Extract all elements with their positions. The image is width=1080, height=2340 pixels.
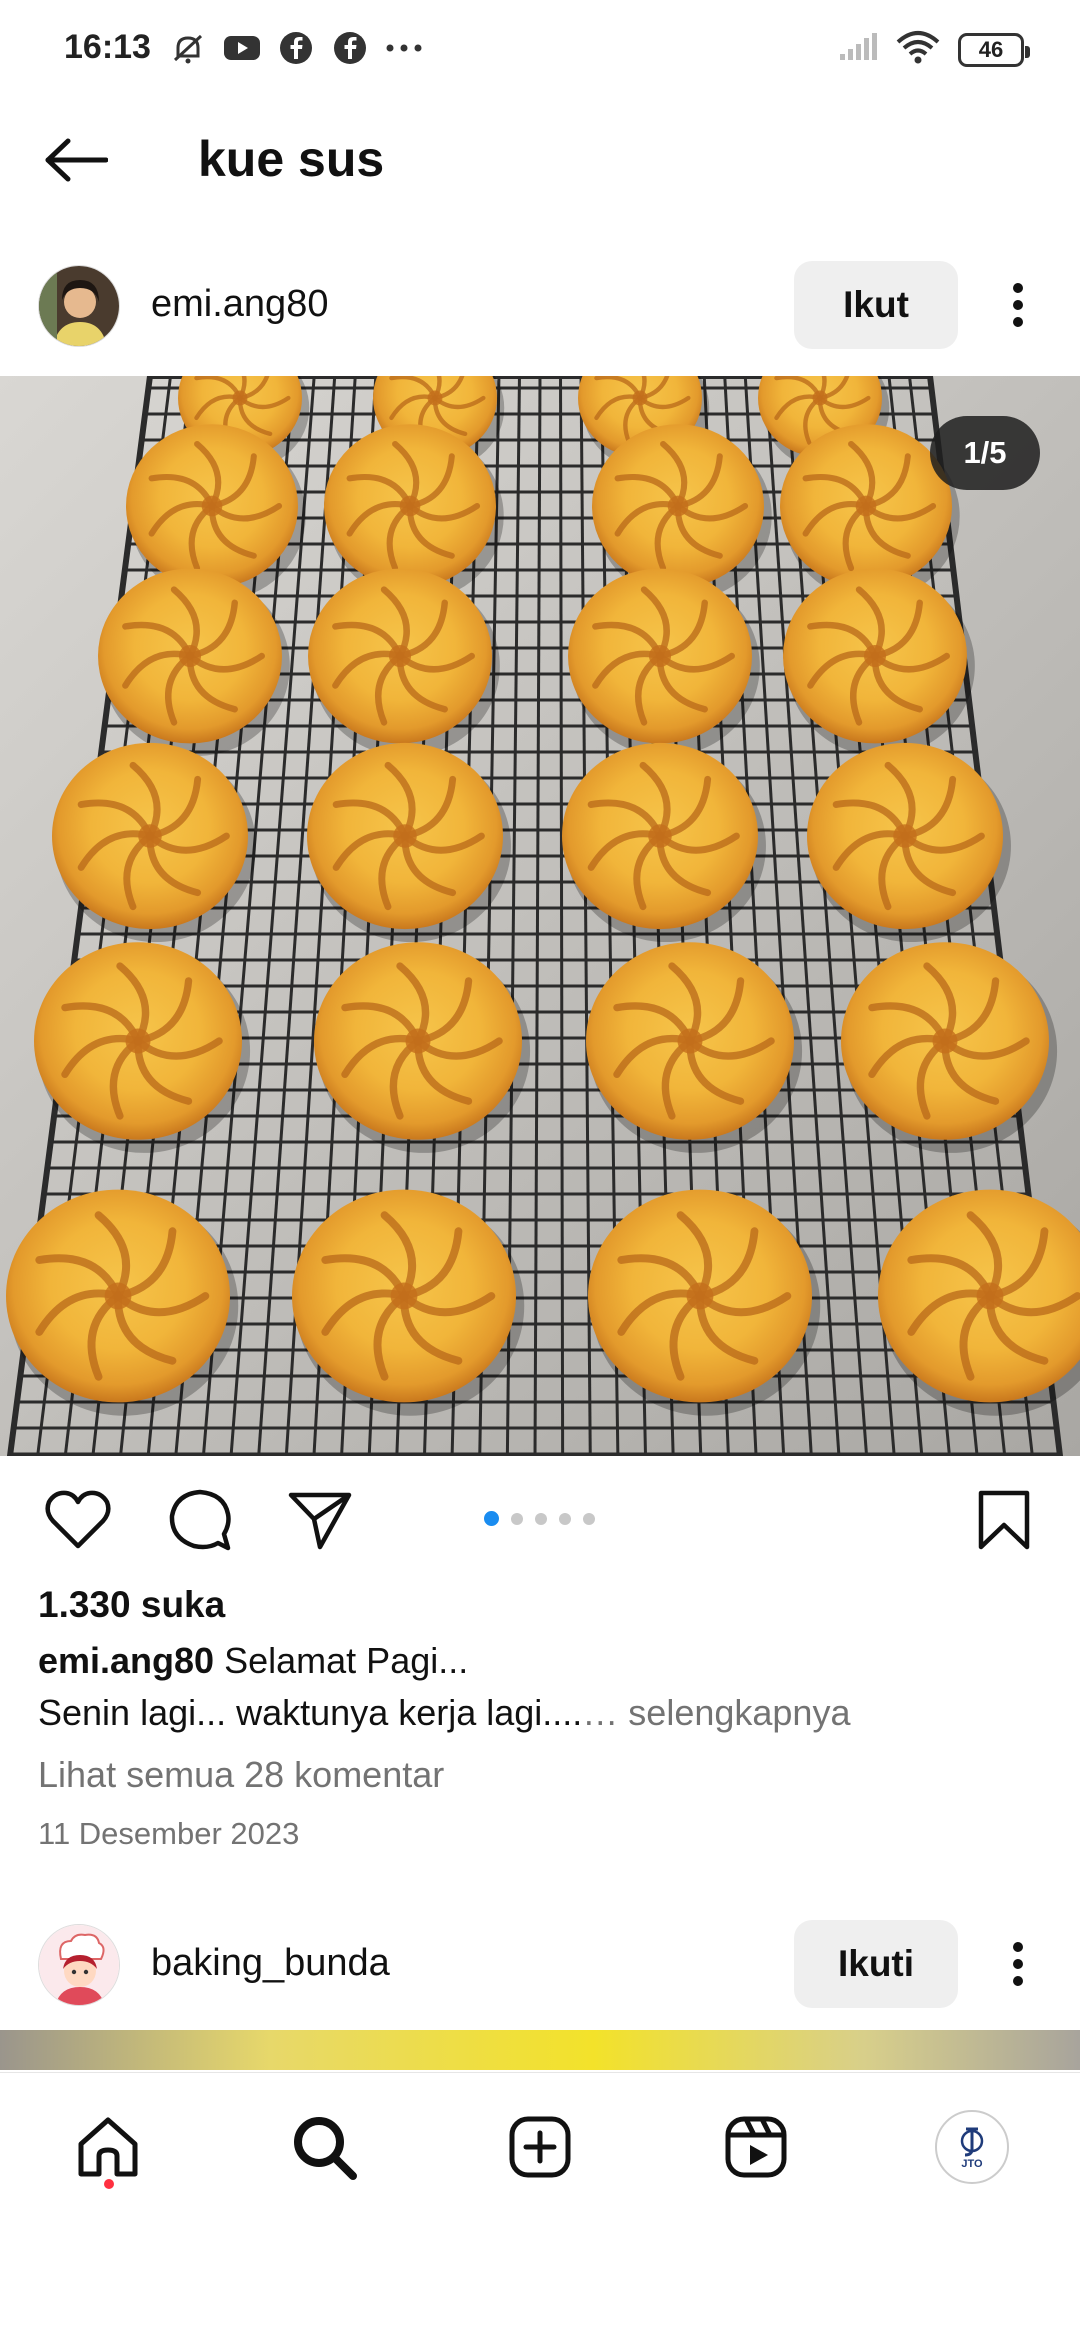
post-username[interactable]: emi.ang80 [151,283,328,326]
next-post-image[interactable] [0,2030,1080,2070]
battery-icon: 46 [958,32,1030,67]
caption-continued: Senin lagi... waktunya kerja lagi....… s… [38,1692,850,1734]
back-arrow-icon [45,138,108,182]
mute-icon [168,28,208,68]
see-more-link[interactable]: … selengkapnya [582,1692,850,1733]
carousel-dot [559,1512,571,1525]
likes-count[interactable]: 1.330 suka [38,1584,225,1626]
carousel-dot [511,1512,523,1525]
nav-reels[interactable] [716,2107,796,2187]
image-counter-badge: 1/5 [930,416,1040,490]
create-icon [509,2116,571,2178]
home-icon [78,2117,138,2177]
nav-search[interactable] [284,2107,364,2187]
status-right-icons: 46 [838,30,1030,69]
facebook-icon [330,28,370,68]
nav-profile[interactable]: JTO [932,2107,1012,2187]
battery-level: 46 [978,36,1004,62]
follow-button[interactable]: Ikut [794,261,958,349]
facebook-icon [276,28,316,68]
post-header: emi.ang80 Ikut [0,241,1080,369]
carousel-dot [535,1512,547,1525]
youtube-icon [222,28,262,68]
nav-create[interactable] [500,2107,580,2187]
carousel-dot [484,1511,499,1526]
wifi-icon [896,30,940,69]
caption: emi.ang80 Selamat Pagi... [38,1640,468,1682]
post-more-button[interactable] [994,265,1042,345]
share-button[interactable] [286,1486,354,1554]
carousel-indicator [484,1511,595,1526]
reels-icon [725,2116,787,2178]
next-post-more-button[interactable] [994,1924,1042,2004]
more-dots-icon [384,28,424,68]
vertical-dots-icon [1013,283,1023,327]
carousel-dot [583,1512,595,1525]
share-icon [288,1492,352,1550]
post-date: 11 Desember 2023 [38,1816,300,1851]
next-post-header: baking_bunda Ikuti [0,1900,1080,2028]
next-follow-button[interactable]: Ikuti [794,1920,958,2008]
status-left-icons [168,28,424,68]
avatar[interactable] [38,265,120,347]
top-app-bar: kue sus [0,100,1080,218]
caption-username[interactable]: emi.ang80 [38,1640,214,1681]
pastry-photo [0,376,1080,1456]
comment-icon [169,1489,231,1551]
status-bar: 16:13 46 [0,0,1080,100]
search-icon [294,2117,357,2180]
like-button[interactable] [44,1486,112,1554]
profile-avatar-text: JTO [961,2157,983,2170]
nav-home[interactable] [68,2107,148,2187]
post-action-bar [0,1456,1080,1576]
avatar[interactable] [38,1924,120,2006]
notification-dot [104,2179,114,2189]
view-comments-link[interactable]: Lihat semua 28 komentar [38,1754,444,1796]
bottom-navigation: JTO [0,2072,1080,2222]
bookmark-icon [978,1490,1030,1550]
status-time: 16:13 [64,28,151,66]
caption-line2-text: Senin lagi... waktunya kerja lagi.... [38,1692,583,1733]
signal-icon [838,32,878,67]
save-button[interactable] [970,1486,1038,1554]
comment-button[interactable] [166,1486,234,1554]
caption-text: Selamat Pagi... [224,1640,469,1681]
profile-avatar: JTO [935,2110,1009,2184]
vertical-dots-icon [1013,1942,1023,1986]
post-image[interactable]: 1/5 [0,376,1080,1456]
heart-icon [45,1490,111,1549]
page-title: kue sus [198,131,385,187]
next-post-username[interactable]: baking_bunda [151,1942,390,1985]
back-button[interactable] [40,128,112,192]
